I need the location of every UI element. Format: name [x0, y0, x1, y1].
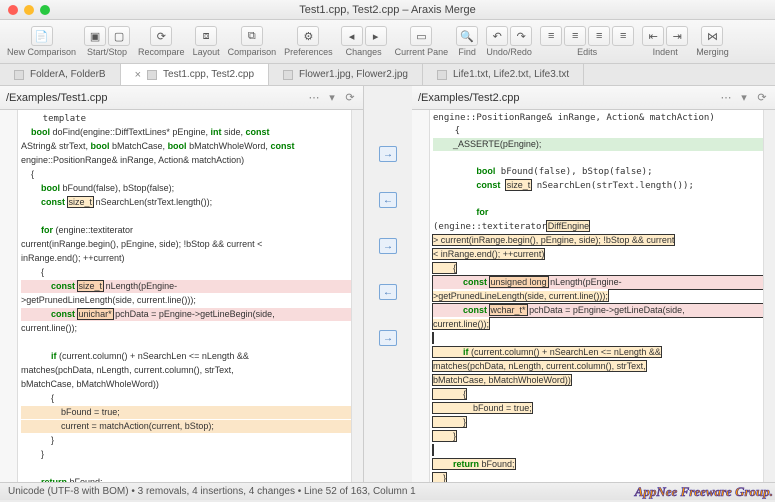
left-path: /Examples/Test1.cpp: [6, 92, 108, 104]
tb-label: Layout: [193, 47, 220, 57]
tb-label: New Comparison: [7, 47, 76, 57]
tb-label: Changes: [346, 47, 382, 57]
toolbar: 📄New Comparison ▣▢Start/Stop ⟳Recompare …: [0, 20, 775, 64]
left-pane-header: /Examples/Test1.cpp ⋯ ▾ ⟳: [0, 86, 363, 110]
tb-label: Merging: [696, 47, 729, 57]
tb-label: Current Pane: [395, 47, 449, 57]
tb-label: Start/Stop: [87, 47, 127, 57]
tab-label: Test1.cpp, Test2.cpp: [163, 69, 254, 80]
tb-label: Preferences: [284, 47, 333, 57]
indent-left-button[interactable]: ⇤: [642, 26, 664, 46]
find-button[interactable]: 🔍: [456, 26, 478, 46]
status-text: Unicode (UTF-8 with BOM) • 3 removals, 4…: [8, 486, 416, 497]
status-bar: Unicode (UTF-8 with BOM) • 3 removals, 4…: [0, 482, 775, 500]
tb-label: Indent: [653, 47, 678, 57]
more-icon[interactable]: ⋯: [307, 91, 321, 105]
tb-label: Edits: [577, 47, 597, 57]
start-button[interactable]: ▣: [84, 26, 106, 46]
stop-button[interactable]: ▢: [108, 26, 130, 46]
left-ruler: [0, 110, 18, 482]
right-path: /Examples/Test2.cpp: [418, 92, 520, 104]
tb-label: Find: [458, 47, 476, 57]
changes-prev-button[interactable]: ◂: [341, 26, 363, 46]
changes-next-button[interactable]: ▸: [365, 26, 387, 46]
tab-label: FolderA, FolderB: [30, 69, 106, 80]
new-comparison-button[interactable]: 📄: [31, 26, 53, 46]
tab-folders[interactable]: FolderA, FolderB: [0, 64, 121, 85]
edit2-button[interactable]: ≡: [564, 26, 586, 46]
tab-bar: FolderA, FolderB × Test1.cpp, Test2.cpp F…: [0, 64, 775, 86]
refresh-icon[interactable]: ⟳: [343, 91, 357, 105]
more-icon[interactable]: ⋯: [719, 91, 733, 105]
tab-tests[interactable]: × Test1.cpp, Test2.cpp: [121, 64, 269, 85]
redo-button[interactable]: ↷: [510, 26, 532, 46]
tab-label: Life1.txt, Life2.txt, Life3.txt: [453, 69, 569, 80]
right-pane: /Examples/Test2.cpp ⋯ ▾ ⟳ engine::Positi…: [412, 86, 775, 482]
folder-icon: [14, 70, 24, 80]
refresh-icon[interactable]: ⟳: [755, 91, 769, 105]
right-ruler: [412, 110, 430, 482]
left-scrollbar[interactable]: [351, 110, 363, 482]
chevron-down-icon[interactable]: ▾: [737, 91, 751, 105]
left-code[interactable]: template bool doFind(engine::DiffTextLin…: [18, 110, 351, 482]
tab-label: Flower1.jpg, Flower2.jpg: [299, 69, 408, 80]
merging-button[interactable]: ⋈: [701, 26, 723, 46]
merge-right-button[interactable]: →: [379, 238, 397, 254]
left-pane: /Examples/Test1.cpp ⋯ ▾ ⟳ template bool …: [0, 86, 364, 482]
current-pane-button[interactable]: ▭: [410, 26, 432, 46]
edit3-button[interactable]: ≡: [588, 26, 610, 46]
chevron-down-icon[interactable]: ▾: [325, 91, 339, 105]
right-code[interactable]: engine::PositionRange& inRange, Action& …: [430, 110, 763, 482]
titlebar: Test1.cpp, Test2.cpp – Araxis Merge: [0, 0, 775, 20]
center-gutter: → ← → ← →: [364, 86, 412, 482]
tab-life[interactable]: Life1.txt, Life2.txt, Life3.txt: [423, 64, 584, 85]
tab-flowers[interactable]: Flower1.jpg, Flower2.jpg: [269, 64, 423, 85]
merge-right-button[interactable]: →: [379, 146, 397, 162]
right-code-area: engine::PositionRange& inRange, Action& …: [412, 110, 775, 482]
workspace: /Examples/Test1.cpp ⋯ ▾ ⟳ template bool …: [0, 86, 775, 482]
file-icon: [147, 70, 157, 80]
undo-button[interactable]: ↶: [486, 26, 508, 46]
tb-label: Comparison: [228, 47, 277, 57]
merge-left-button[interactable]: ←: [379, 284, 397, 300]
tb-label: Recompare: [138, 47, 185, 57]
indent-right-button[interactable]: ⇥: [666, 26, 688, 46]
recompare-button[interactable]: ⟳: [150, 26, 172, 46]
edit1-button[interactable]: ≡: [540, 26, 562, 46]
close-tab-icon[interactable]: ×: [135, 69, 141, 81]
edit4-button[interactable]: ≡: [612, 26, 634, 46]
preferences-button[interactable]: ⚙: [297, 26, 319, 46]
comparison-button[interactable]: ⧉: [241, 26, 263, 46]
left-code-area: template bool doFind(engine::DiffTextLin…: [0, 110, 363, 482]
image-icon: [283, 70, 293, 80]
merge-right-button[interactable]: →: [379, 330, 397, 346]
merge-left-button[interactable]: ←: [379, 192, 397, 208]
layout-button[interactable]: ⧈: [195, 26, 217, 46]
tb-label: Undo/Redo: [486, 47, 532, 57]
right-scrollbar[interactable]: [763, 110, 775, 482]
right-pane-header: /Examples/Test2.cpp ⋯ ▾ ⟳: [412, 86, 775, 110]
file-icon: [437, 70, 447, 80]
window-title: Test1.cpp, Test2.cpp – Araxis Merge: [0, 4, 775, 16]
